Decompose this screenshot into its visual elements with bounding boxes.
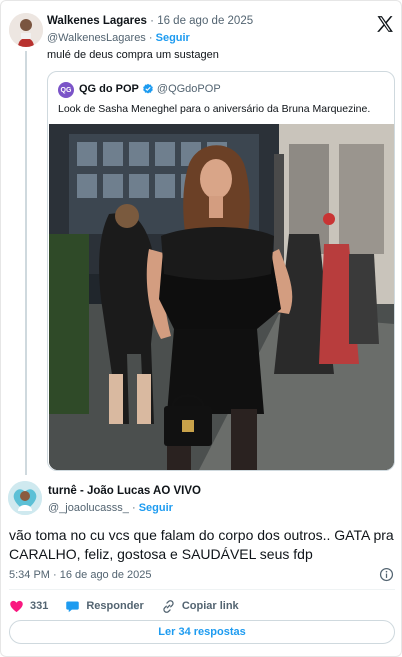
copy-link-label: Copiar link — [181, 600, 239, 612]
read-replies-button[interactable]: Ler 34 respostas — [9, 620, 395, 644]
follow-button[interactable]: Seguir — [139, 502, 173, 514]
divider — [9, 589, 395, 590]
quoted-header: QG do POP @QGdoPOP — [79, 83, 221, 95]
quoted-photo[interactable] — [49, 124, 394, 470]
tweet-date[interactable]: 16 de ago de 2025 — [157, 15, 253, 27]
author-name[interactable]: turnê - João Lucas AO VIVO — [48, 485, 201, 497]
like-count: 331 — [30, 600, 49, 612]
avatar-joaolucas[interactable] — [8, 481, 42, 515]
author-handle[interactable]: @WalkenesLagares — [47, 32, 146, 44]
info-icon[interactable] — [379, 567, 394, 582]
quoted-author-name: QG do POP — [79, 83, 139, 95]
speech-bubble-icon — [66, 601, 80, 612]
heart-icon — [10, 600, 23, 612]
tweet-embed-card: Walkenes Lagares · 16 de ago de 2025 @Wa… — [0, 0, 402, 657]
copy-link-button[interactable]: Copiar link — [161, 599, 239, 614]
main-tweet-text: vão toma no cu vcs que falam do corpo do… — [9, 527, 394, 562]
author-name[interactable]: Walkenes Lagares — [47, 15, 147, 27]
quoted-text: Look de Sasha Meneghel para o aniversári… — [58, 103, 371, 115]
tweet-timestamp[interactable]: 5:34 PM · 16 de ago de 2025 — [9, 569, 152, 581]
parent-tweet-header: Walkenes Lagares · 16 de ago de 2025 — [47, 15, 253, 27]
main-handle-row: @_joaolucasss_ · Seguir — [48, 502, 173, 514]
separator: · — [131, 502, 136, 514]
follow-button[interactable]: Seguir — [156, 32, 190, 44]
avatar-walkenes[interactable] — [9, 13, 43, 47]
action-bar: 331 Responder Copiar link — [9, 598, 256, 614]
parent-handle-row: @WalkenesLagares · Seguir — [47, 32, 190, 44]
like-button[interactable]: 331 — [9, 599, 48, 614]
separator: · — [150, 15, 154, 27]
quoted-handle: @QGdoPOP — [156, 83, 221, 95]
x-logo-icon[interactable] — [375, 14, 395, 34]
link-icon — [163, 599, 174, 613]
parent-tweet-text: mulé de deus compra um sustagen — [47, 49, 219, 61]
main-tweet-header: turnê - João Lucas AO VIVO — [48, 485, 201, 497]
verified-badge-icon — [143, 83, 153, 94]
quoted-avatar: QG — [58, 82, 74, 98]
quoted-tweet[interactable]: QG QG do POP @QGdoPOP Look de Sasha Mene… — [47, 71, 395, 471]
reply-label: Responder — [86, 600, 144, 612]
reply-button[interactable]: Responder — [65, 599, 144, 614]
thread-connector-line — [25, 51, 27, 475]
author-handle[interactable]: @_joaolucasss_ — [48, 502, 129, 514]
